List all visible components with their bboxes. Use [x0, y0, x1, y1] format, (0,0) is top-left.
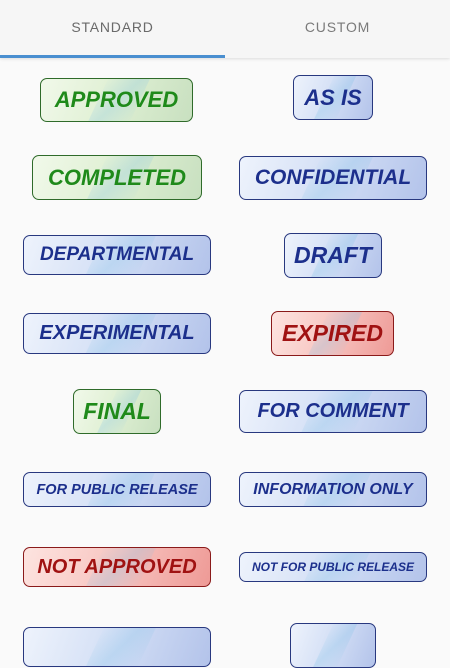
stamp-label: DRAFT: [294, 242, 372, 268]
tab-custom[interactable]: CUSTOM: [225, 0, 450, 58]
stamp-label: NOT APPROVED: [37, 555, 197, 578]
stamp-label: CONFIDENTIAL: [254, 166, 412, 189]
stamp-as-is[interactable]: AS IS: [293, 75, 373, 120]
stamp-for-comment[interactable]: FOR COMMENT: [239, 390, 427, 433]
stamp-approved[interactable]: APPROVED: [40, 78, 193, 122]
stamp-label: AS IS: [304, 84, 362, 110]
stamp-label: EXPIRED: [282, 320, 383, 346]
stamp-final[interactable]: FINAL: [73, 389, 161, 434]
tab-bar: STANDARD CUSTOM: [0, 0, 450, 58]
stamp-label: NOT FOR PUBLIC RELEASE: [251, 560, 414, 574]
stamp-label: DEPARTMENTAL: [39, 244, 195, 265]
stamp-confidential[interactable]: CONFIDENTIAL: [239, 156, 427, 200]
stamp-information-only[interactable]: INFORMATION ONLY: [239, 472, 427, 507]
stamp-not-approved[interactable]: NOT APPROVED: [23, 547, 211, 587]
stamp-completed[interactable]: COMPLETED: [32, 155, 202, 200]
stamp-grid: APPROVED AS IS COMPLETED CONFIDENTIAL DE…: [0, 58, 450, 668]
stamp-departmental[interactable]: DEPARTMENTAL: [23, 235, 211, 275]
stamp-partial-left[interactable]: [23, 627, 211, 667]
stamp-for-public-release[interactable]: FOR PUBLIC RELEASE: [23, 472, 211, 507]
stamp-expired[interactable]: EXPIRED: [271, 311, 394, 356]
stamp-label: COMPLETED: [47, 164, 187, 190]
stamp-label: EXPERIMENTAL: [39, 322, 195, 344]
stamp-label: FINAL: [83, 398, 151, 424]
stamp-label: INFORMATION ONLY: [253, 480, 413, 498]
tab-standard[interactable]: STANDARD: [0, 0, 225, 58]
stamp-label: FOR PUBLIC RELEASE: [36, 481, 198, 498]
stamp-not-for-public-release[interactable]: NOT FOR PUBLIC RELEASE: [239, 552, 427, 582]
stamp-label: FOR COMMENT: [257, 400, 409, 422]
stamp-label: APPROVED: [54, 87, 179, 112]
stamp-experimental[interactable]: EXPERIMENTAL: [23, 313, 211, 354]
stamp-draft[interactable]: DRAFT: [284, 233, 382, 278]
